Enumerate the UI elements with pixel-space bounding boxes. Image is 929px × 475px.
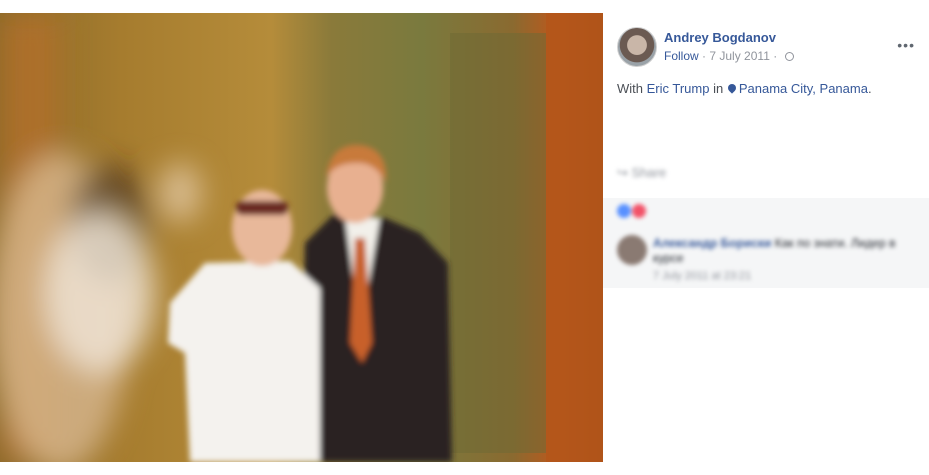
like-reaction-icon [617, 204, 631, 218]
post-header: Andrey Bogdanov Follow · 7 July 2011 · •… [617, 27, 915, 67]
status-suffix: . [867, 81, 872, 96]
share-action[interactable]: ↪ Share [617, 165, 666, 181]
post-status: With Eric Trump in Panama City, Panama. [617, 81, 872, 96]
reaction-icons[interactable] [617, 204, 647, 223]
post-date[interactable]: 7 July 2011 [709, 49, 770, 63]
love-reaction-icon [632, 204, 647, 218]
share-icon: ↪ [617, 165, 628, 180]
reactions-and-comments: Александр Бориски Как по знати. Лидер в … [603, 198, 929, 288]
comment-body: Александр Бориски Как по знати. Лидер в … [653, 236, 913, 266]
status-prefix: With [617, 81, 643, 96]
comment-time[interactable]: 7 July 2011 at 23:21 [653, 270, 751, 282]
meta-separator-2: · [773, 49, 778, 63]
author-name[interactable]: Andrey Bogdanov [664, 30, 776, 45]
post-panel: Andrey Bogdanov Follow · 7 July 2011 · •… [603, 13, 929, 462]
status-in: in [713, 81, 724, 96]
author-avatar[interactable] [617, 27, 657, 67]
location-link[interactable]: Panama City, Panama [739, 81, 868, 96]
post-meta: Follow · 7 July 2011 · [664, 49, 794, 63]
share-label: Share [631, 165, 667, 180]
post-photo[interactable] [0, 13, 603, 462]
globe-icon[interactable] [784, 52, 794, 61]
location-pin-icon [726, 82, 738, 94]
tagged-person-link[interactable]: Eric Trump [647, 81, 710, 96]
meta-separator: · [702, 49, 707, 63]
commenter-avatar[interactable] [617, 235, 647, 265]
follow-link[interactable]: Follow [664, 49, 699, 63]
commenter-name[interactable]: Александр Бориски [653, 236, 771, 250]
more-options-icon[interactable]: ••• [897, 37, 915, 53]
